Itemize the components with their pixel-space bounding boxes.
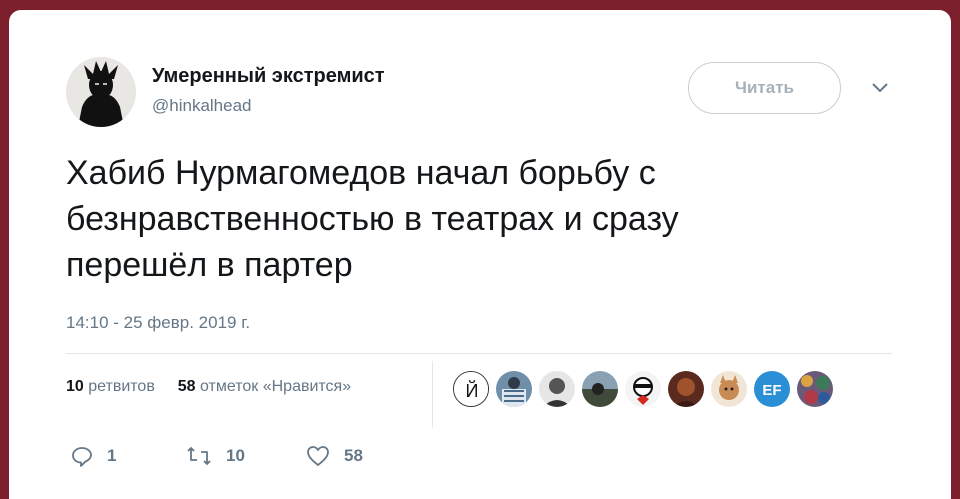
author-avatar[interactable] <box>66 57 136 127</box>
avatar-icon <box>797 371 833 407</box>
follow-button[interactable]: Читать <box>688 62 841 114</box>
reply-count: 1 <box>107 446 117 465</box>
liker-avatar[interactable] <box>711 371 747 407</box>
tweet-text: Хабиб Нурмагомедов начал борьбу с безнра… <box>66 150 866 288</box>
avatar-icon <box>582 371 618 407</box>
divider <box>432 361 433 428</box>
likes-label: отметок «Нравится» <box>199 378 352 395</box>
liker-avatar[interactable] <box>797 371 833 407</box>
liker-avatar[interactable] <box>496 371 532 407</box>
retweets-count: 10 <box>66 378 84 395</box>
retweet-icon <box>187 447 211 465</box>
liker-avatar[interactable] <box>539 371 575 407</box>
tweet-timestamp[interactable]: 14:10 - 25 февр. 2019 г. <box>66 313 250 333</box>
retweet-button[interactable]: 10 <box>186 445 245 467</box>
likes-stat[interactable]: 58 отметок «Нравится» <box>178 378 351 395</box>
retweet-count: 10 <box>226 446 245 465</box>
avatar-icon <box>539 371 575 407</box>
like-count: 58 <box>344 446 363 465</box>
svg-text:EF: EF <box>762 382 781 399</box>
retweets-label: ретвитов <box>88 378 155 395</box>
avatar-letter-icon: Й <box>454 372 488 406</box>
tweet-text-line: безнравственностью в театрах и сразу <box>66 200 679 238</box>
likes-count: 58 <box>177 378 196 395</box>
heart-icon <box>307 446 329 466</box>
author-avatar-image <box>66 57 136 127</box>
svg-text:Й: Й <box>466 380 479 401</box>
avatar-icon <box>496 371 532 407</box>
author-name[interactable]: Умеренный экстремист <box>152 65 385 88</box>
liker-avatar[interactable] <box>582 371 618 407</box>
liker-avatar[interactable] <box>668 371 704 407</box>
avatar-icon <box>711 371 747 407</box>
tweet-text-line: Хабиб Нурмагомедов начал борьбу с <box>66 154 656 192</box>
avatar-icon <box>668 371 704 407</box>
tweet-stats: 10 ретвитов 58 отметок «Нравится» <box>66 378 351 396</box>
liker-avatar[interactable]: EF <box>754 371 790 407</box>
author-handle[interactable]: @hinkalhead <box>152 96 252 116</box>
tweet-text-line: перешёл в партер <box>66 246 353 284</box>
tweet-card: Умеренный экстремист @hinkalhead Читать … <box>9 10 951 499</box>
reply-button[interactable]: 1 <box>71 445 116 467</box>
liker-avatar[interactable] <box>625 371 661 407</box>
reply-icon <box>72 447 92 467</box>
divider <box>66 353 892 354</box>
chevron-down-icon[interactable] <box>870 80 890 96</box>
avatar-icon <box>625 371 661 407</box>
like-button[interactable]: 58 <box>306 445 363 467</box>
avatar-letter-icon: EF <box>754 371 790 407</box>
liker-avatar[interactable]: Й <box>453 371 489 407</box>
retweets-stat[interactable]: 10 ретвитов <box>66 378 159 395</box>
